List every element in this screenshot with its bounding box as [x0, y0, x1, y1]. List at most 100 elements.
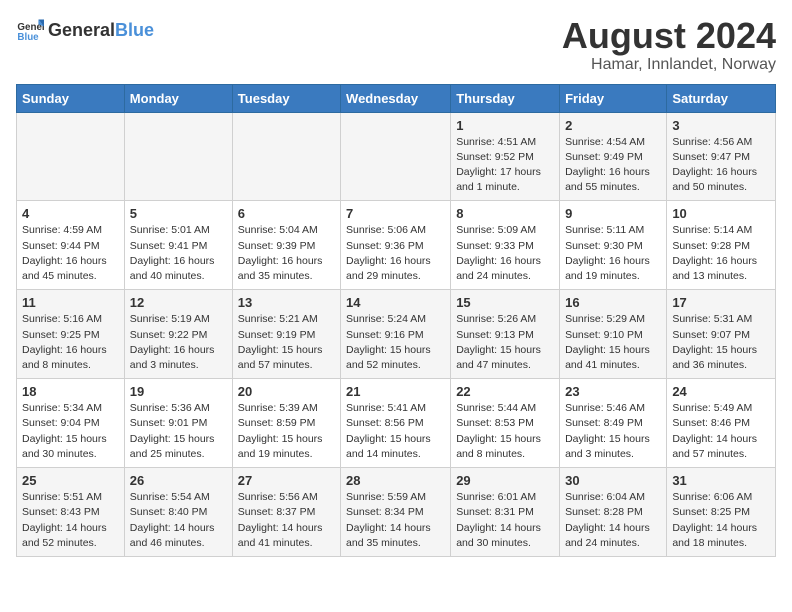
day-number: 26: [130, 473, 227, 488]
weekday-header: Saturday: [667, 84, 776, 112]
svg-text:Blue: Blue: [17, 32, 39, 43]
calendar-week-row: 25Sunrise: 5:51 AM Sunset: 8:43 PM Dayli…: [17, 468, 776, 557]
day-info: Sunrise: 5:36 AM Sunset: 9:01 PM Dayligh…: [130, 401, 227, 462]
calendar-cell: 8Sunrise: 5:09 AM Sunset: 9:33 PM Daylig…: [451, 201, 560, 290]
day-number: 3: [672, 118, 770, 133]
weekday-header: Wednesday: [341, 84, 451, 112]
calendar-cell: 28 Sunrise: 5:59 AM Sunset: 8:34 PM Dayli…: [341, 468, 451, 557]
day-number: 17: [672, 295, 770, 310]
day-info: Sunrise: 5:31 AM Sunset: 9:07 PM Dayligh…: [672, 312, 770, 373]
weekday-header: Sunday: [17, 84, 125, 112]
day-info: Sunrise: 5:06 AM Sunset: 9:36 PM Dayligh…: [346, 223, 445, 284]
calendar-cell: 10 Sunrise: 5:14 AM Sunset: 9:28 PM Dayli…: [667, 201, 776, 290]
day-number: 21: [346, 384, 445, 399]
calendar-week-row: 1Sunrise: 4:51 AM Sunset: 9:52 PM Daylig…: [17, 112, 776, 201]
calendar-cell: 23 Sunrise: 5:46 AM Sunset: 8:49 PM Dayli…: [560, 379, 667, 468]
day-info: Sunrise: 5:39 AM Sunset: 8:59 PM Dayligh…: [238, 401, 335, 462]
day-number: 15: [456, 295, 554, 310]
calendar-cell: 21 Sunrise: 5:41 AM Sunset: 8:56 PM Dayli…: [341, 379, 451, 468]
calendar-cell: 16 Sunrise: 5:29 AM Sunset: 9:10 PM Dayli…: [560, 290, 667, 379]
calendar-cell: 24Sunrise: 5:49 AM Sunset: 8:46 PM Dayli…: [667, 379, 776, 468]
weekday-header: Tuesday: [232, 84, 340, 112]
calendar-cell: 1Sunrise: 4:51 AM Sunset: 9:52 PM Daylig…: [451, 112, 560, 201]
weekday-header: Friday: [560, 84, 667, 112]
day-info: Sunrise: 5:54 AM Sunset: 8:40 PM Dayligh…: [130, 490, 227, 551]
calendar-week-row: 18Sunrise: 5:34 AM Sunset: 9:04 PM Dayli…: [17, 379, 776, 468]
day-info: Sunrise: 4:59 AM Sunset: 9:44 PM Dayligh…: [22, 223, 119, 284]
calendar-cell: 13 Sunrise: 5:21 AM Sunset: 9:19 PM Dayli…: [232, 290, 340, 379]
day-info: Sunrise: 5:16 AM Sunset: 9:25 PM Dayligh…: [22, 312, 119, 373]
day-info: Sunrise: 5:14 AM Sunset: 9:28 PM Dayligh…: [672, 223, 770, 284]
calendar-cell: 11 Sunrise: 5:16 AM Sunset: 9:25 PM Dayli…: [17, 290, 125, 379]
day-number: 2: [565, 118, 661, 133]
day-info: Sunrise: 5:19 AM Sunset: 9:22 PM Dayligh…: [130, 312, 227, 373]
month-year-title: August 2024: [562, 16, 776, 56]
day-info: Sunrise: 5:41 AM Sunset: 8:56 PM Dayligh…: [346, 401, 445, 462]
calendar-cell: 3 Sunrise: 4:56 AM Sunset: 9:47 PM Daylig…: [667, 112, 776, 201]
calendar-cell: 27Sunrise: 5:56 AM Sunset: 8:37 PM Dayli…: [232, 468, 340, 557]
calendar-cell: 9 Sunrise: 5:11 AM Sunset: 9:30 PM Daylig…: [560, 201, 667, 290]
day-info: Sunrise: 5:24 AM Sunset: 9:16 PM Dayligh…: [346, 312, 445, 373]
day-info: Sunrise: 6:01 AM Sunset: 8:31 PM Dayligh…: [456, 490, 554, 551]
day-number: 23: [565, 384, 661, 399]
day-number: 8: [456, 206, 554, 221]
calendar-cell: 18Sunrise: 5:34 AM Sunset: 9:04 PM Dayli…: [17, 379, 125, 468]
day-info: Sunrise: 4:54 AM Sunset: 9:49 PM Dayligh…: [565, 135, 661, 196]
calendar-week-row: 11 Sunrise: 5:16 AM Sunset: 9:25 PM Dayli…: [17, 290, 776, 379]
day-info: Sunrise: 5:59 AM Sunset: 8:34 PM Dayligh…: [346, 490, 445, 551]
day-number: 13: [238, 295, 335, 310]
calendar-cell: 15 Sunrise: 5:26 AM Sunset: 9:13 PM Dayli…: [451, 290, 560, 379]
calendar-cell: 5 Sunrise: 5:01 AM Sunset: 9:41 PM Daylig…: [124, 201, 232, 290]
calendar-cell: 31 Sunrise: 6:06 AM Sunset: 8:25 PM Dayli…: [667, 468, 776, 557]
day-number: 30: [565, 473, 661, 488]
logo-general-text: General: [48, 20, 115, 41]
calendar-cell: 29 Sunrise: 6:01 AM Sunset: 8:31 PM Dayli…: [451, 468, 560, 557]
day-info: Sunrise: 5:04 AM Sunset: 9:39 PM Dayligh…: [238, 223, 335, 284]
day-info: Sunrise: 4:51 AM Sunset: 9:52 PM Dayligh…: [456, 135, 554, 196]
day-number: 9: [565, 206, 661, 221]
weekday-header: Thursday: [451, 84, 560, 112]
calendar-week-row: 4 Sunrise: 4:59 AM Sunset: 9:44 PM Daylig…: [17, 201, 776, 290]
calendar-cell: 19Sunrise: 5:36 AM Sunset: 9:01 PM Dayli…: [124, 379, 232, 468]
day-info: Sunrise: 5:29 AM Sunset: 9:10 PM Dayligh…: [565, 312, 661, 373]
day-info: Sunrise: 5:21 AM Sunset: 9:19 PM Dayligh…: [238, 312, 335, 373]
day-info: Sunrise: 5:44 AM Sunset: 8:53 PM Dayligh…: [456, 401, 554, 462]
logo-icon: General Blue: [16, 16, 44, 44]
calendar-cell: 26 Sunrise: 5:54 AM Sunset: 8:40 PM Dayli…: [124, 468, 232, 557]
day-number: 16: [565, 295, 661, 310]
day-number: 25: [22, 473, 119, 488]
day-info: Sunrise: 4:56 AM Sunset: 9:47 PM Dayligh…: [672, 135, 770, 196]
calendar-cell: [232, 112, 340, 201]
day-info: Sunrise: 6:06 AM Sunset: 8:25 PM Dayligh…: [672, 490, 770, 551]
location-subtitle: Hamar, Innlandet, Norway: [562, 56, 776, 74]
calendar-header: SundayMondayTuesdayWednesdayThursdayFrid…: [17, 84, 776, 112]
day-info: Sunrise: 5:11 AM Sunset: 9:30 PM Dayligh…: [565, 223, 661, 284]
day-number: 14: [346, 295, 445, 310]
calendar-cell: 17 Sunrise: 5:31 AM Sunset: 9:07 PM Dayli…: [667, 290, 776, 379]
day-number: 6: [238, 206, 335, 221]
calendar-cell: 12 Sunrise: 5:19 AM Sunset: 9:22 PM Dayli…: [124, 290, 232, 379]
day-number: 22: [456, 384, 554, 399]
day-number: 5: [130, 206, 227, 221]
day-number: 20: [238, 384, 335, 399]
day-number: 12: [130, 295, 227, 310]
day-info: Sunrise: 5:34 AM Sunset: 9:04 PM Dayligh…: [22, 401, 119, 462]
day-number: 4: [22, 206, 119, 221]
calendar-cell: 6 Sunrise: 5:04 AM Sunset: 9:39 PM Daylig…: [232, 201, 340, 290]
day-number: 11: [22, 295, 119, 310]
calendar-cell: 2 Sunrise: 4:54 AM Sunset: 9:49 PM Daylig…: [560, 112, 667, 201]
day-number: 28: [346, 473, 445, 488]
calendar-cell: 4 Sunrise: 4:59 AM Sunset: 9:44 PM Daylig…: [17, 201, 125, 290]
day-number: 29: [456, 473, 554, 488]
day-number: 10: [672, 206, 770, 221]
day-number: 27: [238, 473, 335, 488]
day-info: Sunrise: 6:04 AM Sunset: 8:28 PM Dayligh…: [565, 490, 661, 551]
day-info: Sunrise: 5:46 AM Sunset: 8:49 PM Dayligh…: [565, 401, 661, 462]
day-info: Sunrise: 5:26 AM Sunset: 9:13 PM Dayligh…: [456, 312, 554, 373]
calendar-body: 1Sunrise: 4:51 AM Sunset: 9:52 PM Daylig…: [17, 112, 776, 556]
calendar-cell: 25Sunrise: 5:51 AM Sunset: 8:43 PM Dayli…: [17, 468, 125, 557]
weekday-header: Monday: [124, 84, 232, 112]
day-number: 31: [672, 473, 770, 488]
day-info: Sunrise: 5:01 AM Sunset: 9:41 PM Dayligh…: [130, 223, 227, 284]
calendar-cell: 20 Sunrise: 5:39 AM Sunset: 8:59 PM Dayli…: [232, 379, 340, 468]
